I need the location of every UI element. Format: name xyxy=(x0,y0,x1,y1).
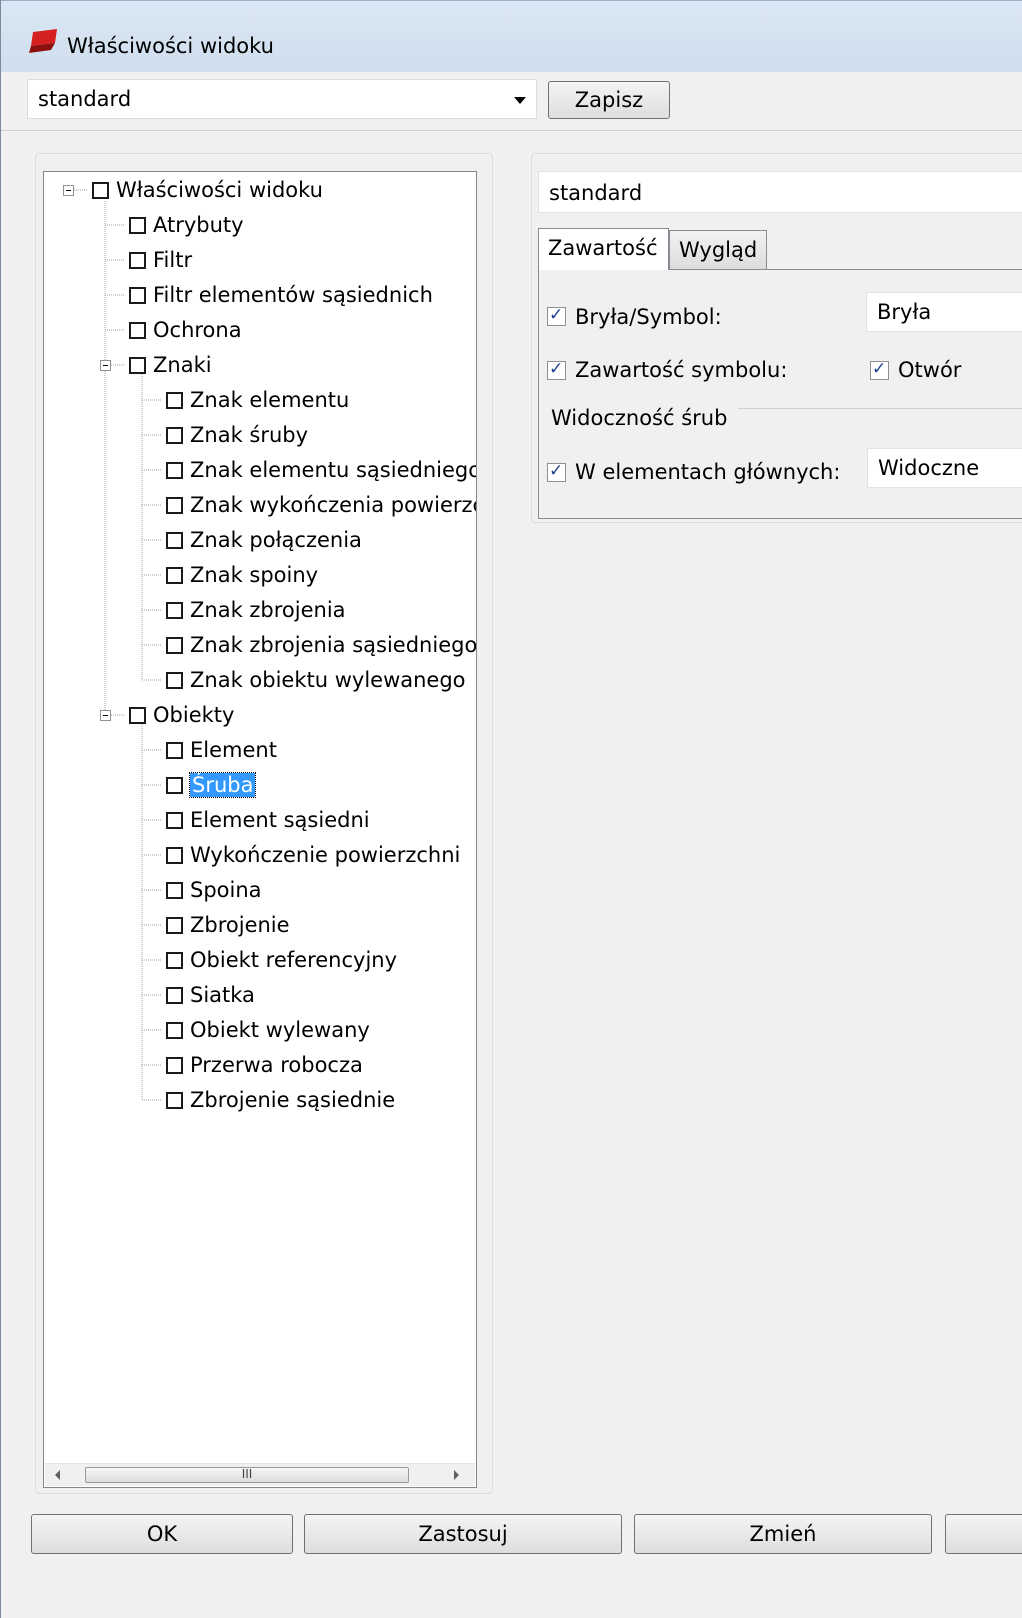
collapse-root-icon[interactable] xyxy=(63,185,74,196)
main-elements-checkbox[interactable] xyxy=(547,461,566,482)
tree-node-checkbox[interactable] xyxy=(166,1022,183,1039)
tree-node-root[interactable]: Właściwości widoku xyxy=(92,175,323,205)
tree-node-checkbox[interactable] xyxy=(166,1092,183,1109)
tree-node-obiekt[interactable]: Obiekt referencyjny xyxy=(166,945,397,975)
tab-wyglad[interactable]: Wygląd xyxy=(669,230,767,270)
tree-node-checkbox[interactable] xyxy=(166,567,183,584)
tree-node-znak[interactable]: Znak zbrojenia xyxy=(166,595,346,625)
tree-node-checkbox[interactable] xyxy=(166,812,183,829)
tree-node-checkbox[interactable] xyxy=(166,637,183,654)
bryla-symbol-label: Bryła/Symbol: xyxy=(575,305,722,329)
horizontal-scrollbar[interactable]: III xyxy=(45,1463,475,1486)
bryla-symbol-select[interactable]: Bryła xyxy=(866,292,1022,332)
tree-node-checkbox[interactable] xyxy=(166,847,183,864)
preset-combo-value: standard xyxy=(38,87,132,111)
tree-node-checkbox[interactable] xyxy=(166,602,183,619)
tree-node-ochrona[interactable]: Ochrona xyxy=(129,315,242,345)
tree-node-checkbox[interactable] xyxy=(166,392,183,409)
tree-node-checkbox[interactable] xyxy=(166,917,183,934)
main-elements-select[interactable]: Widoczne xyxy=(867,448,1022,488)
symbol-content-label: Zawartość symbolu: xyxy=(575,358,788,382)
tree-node-znak[interactable]: Znak elementu sąsiedniego xyxy=(166,455,476,485)
tree-node-obiekt[interactable]: Obiekt wylewany xyxy=(166,1015,370,1045)
tree-node-checkbox[interactable] xyxy=(129,287,146,304)
view-name-field[interactable]: standard xyxy=(538,171,1022,213)
properties-tree[interactable]: Właściwości widoku Atrybuty Filtr Filtr … xyxy=(43,171,477,1488)
tree-node-checkbox[interactable] xyxy=(166,462,183,479)
tree-node-znaki[interactable]: Znaki xyxy=(129,350,212,380)
ok-button[interactable]: OK xyxy=(31,1514,293,1554)
group-divider xyxy=(738,408,1022,409)
tree-node-obiekt[interactable]: Element xyxy=(166,735,277,765)
tree-node-obiekty[interactable]: Obiekty xyxy=(129,700,234,730)
tree-node-checkbox[interactable] xyxy=(92,182,109,199)
scroll-grip-label: III xyxy=(241,1467,253,1481)
scroll-left-icon[interactable] xyxy=(55,1470,60,1480)
cut-off-button[interactable] xyxy=(945,1514,1022,1554)
scroll-right-icon[interactable] xyxy=(454,1470,459,1480)
bolt-visibility-group-title: Widoczność śrub xyxy=(551,406,728,430)
tree-node-znak[interactable]: Znak śruby xyxy=(166,420,308,450)
tree-node-checkbox[interactable] xyxy=(166,1057,183,1074)
collapse-znaki-icon[interactable] xyxy=(100,360,111,371)
tree-node-checkbox[interactable] xyxy=(129,217,146,234)
tree-node-checkbox[interactable] xyxy=(166,987,183,1004)
tree-node-checkbox[interactable] xyxy=(166,427,183,444)
toolbar-divider xyxy=(1,130,1022,131)
tree-node-checkbox[interactable] xyxy=(166,497,183,514)
collapse-obiekty-icon[interactable] xyxy=(100,710,111,721)
apply-button[interactable]: Zastosuj xyxy=(304,1514,622,1554)
tree-node-obiekt[interactable]: Wykończenie powierzchni xyxy=(166,840,460,870)
tree-node-checkbox[interactable] xyxy=(129,357,146,374)
tree-node-checkbox[interactable] xyxy=(166,532,183,549)
tree-node-znak[interactable]: Znak zbrojenia sąsiedniego xyxy=(166,630,476,660)
tree-node-obiekt[interactable]: Spoina xyxy=(166,875,262,905)
tree-node-znak[interactable]: Znak połączenia xyxy=(166,525,362,555)
tree-node-checkbox[interactable] xyxy=(166,952,183,969)
tree-node-obiekt[interactable]: Zbrojenie xyxy=(166,910,290,940)
bryla-symbol-value: Bryła xyxy=(877,300,932,324)
tree-node-filtr-sasiednich[interactable]: Filtr elementów sąsiednich xyxy=(129,280,433,310)
bryla-symbol-checkbox[interactable] xyxy=(547,305,566,326)
tree-node-obiekt[interactable]: Siatka xyxy=(166,980,255,1010)
scrollbar-thumb[interactable]: III xyxy=(85,1467,409,1483)
tree-node-checkbox[interactable] xyxy=(129,252,146,269)
tree-node-znak[interactable]: Znak elementu xyxy=(166,385,349,415)
otwor-label: Otwór xyxy=(898,358,962,382)
preset-combo[interactable]: standard xyxy=(27,79,537,119)
tree-node-filtr[interactable]: Filtr xyxy=(129,245,192,275)
selected-node-label: Śruba xyxy=(188,772,257,798)
change-button[interactable]: Zmień xyxy=(634,1514,932,1554)
tree-node-znak[interactable]: Znak spoiny xyxy=(166,560,318,590)
main-elements-value: Widoczne xyxy=(878,456,980,480)
save-button[interactable]: Zapisz xyxy=(548,81,670,119)
app-logo-icon xyxy=(29,29,57,53)
tree-node-checkbox[interactable] xyxy=(166,777,183,794)
tree-node-obiekt-selected[interactable]: Śruba xyxy=(166,770,257,800)
chevron-down-icon[interactable] xyxy=(514,97,526,104)
tree-node-checkbox[interactable] xyxy=(129,322,146,339)
tree-node-checkbox[interactable] xyxy=(129,707,146,724)
tab-zawartosc[interactable]: Zawartość xyxy=(538,228,669,270)
tree-node-obiekt[interactable]: Element sąsiedni xyxy=(166,805,370,835)
tree-node-znak[interactable]: Znak obiektu wylewanego xyxy=(166,665,466,695)
symbol-content-checkbox[interactable] xyxy=(547,359,566,380)
dialog-window: Właściwości widoku standard Zapisz Właśc… xyxy=(0,0,1022,1618)
tree-node-checkbox[interactable] xyxy=(166,882,183,899)
view-name-value: standard xyxy=(549,181,643,205)
title-bar[interactable]: Właściwości widoku xyxy=(1,0,1022,73)
tree-node-obiekt[interactable]: Zbrojenie sąsiednie xyxy=(166,1085,395,1115)
tree-node-atrybuty[interactable]: Atrybuty xyxy=(129,210,244,240)
otwor-checkbox[interactable] xyxy=(870,359,889,380)
tree-node-znak[interactable]: Znak wykończenia powierzc xyxy=(166,490,476,520)
main-elements-label: W elementach głównych: xyxy=(575,460,841,484)
tree-node-checkbox[interactable] xyxy=(166,742,183,759)
window-title: Właściwości widoku xyxy=(67,34,274,58)
tree-node-obiekt[interactable]: Przerwa robocza xyxy=(166,1050,363,1080)
tree-node-checkbox[interactable] xyxy=(166,672,183,689)
